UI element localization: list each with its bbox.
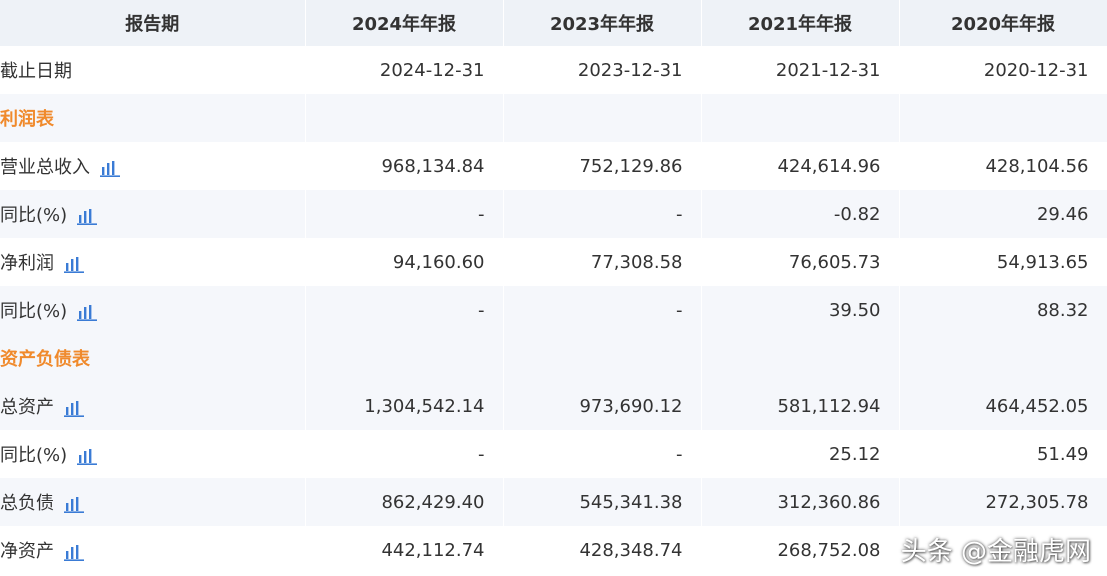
bar-chart-icon[interactable] bbox=[64, 495, 84, 513]
row-total-assets: 总资产 1,304,542.14 973,690.12 581,112.94 4… bbox=[0, 382, 1107, 430]
cell-value: 442,112.74 bbox=[305, 526, 504, 574]
cell-value: 1,304,542.14 bbox=[305, 382, 504, 430]
cell-value: 862,429.40 bbox=[305, 478, 504, 526]
row-label: 总资产 bbox=[0, 397, 54, 418]
row-label: 同比(%) bbox=[0, 205, 68, 226]
bar-chart-icon[interactable] bbox=[64, 543, 84, 561]
row-net-profit-yoy: 同比(%) - - 39.50 88.32 bbox=[0, 286, 1107, 334]
watermark: 头条 @金融虎网 bbox=[900, 537, 1091, 567]
row-label: 净资产 bbox=[0, 541, 54, 562]
cell-value: 272,305.78 bbox=[899, 478, 1107, 526]
cell-value: 25.12 bbox=[701, 430, 900, 478]
cell-value: 428,104.56 bbox=[899, 142, 1107, 190]
cell-value: 424,614.96 bbox=[701, 142, 900, 190]
empty-cell bbox=[899, 94, 1107, 142]
bar-chart-icon[interactable] bbox=[77, 447, 98, 465]
cell-value: 94,160.60 bbox=[305, 238, 504, 286]
cell-value: 428,348.74 bbox=[503, 526, 702, 574]
financial-summary-table: 报告期 2024年年报 2023年年报 2021年年报 2020年年报 截止日期… bbox=[0, 0, 1107, 574]
cell-value: - bbox=[305, 190, 504, 238]
section-row-income-statement: 利润表 bbox=[0, 94, 1107, 142]
cell-value: 968,134.84 bbox=[305, 142, 504, 190]
empty-cell bbox=[305, 94, 504, 142]
cell-value: - bbox=[503, 286, 702, 334]
row-label: 总负债 bbox=[0, 493, 54, 514]
cell-value: 51.49 bbox=[899, 430, 1107, 478]
cell-value: 88.32 bbox=[899, 286, 1107, 334]
empty-cell bbox=[503, 334, 702, 382]
row-label-cell: 同比(%) bbox=[0, 286, 306, 334]
bar-chart-icon[interactable] bbox=[77, 303, 98, 321]
table-header-row: 报告期 2024年年报 2023年年报 2021年年报 2020年年报 bbox=[0, 0, 1107, 46]
column-header-period: 报告期 bbox=[0, 0, 306, 46]
row-label: 净利润 bbox=[0, 253, 54, 274]
bar-chart-icon[interactable] bbox=[64, 255, 84, 273]
section-row-balance-sheet: 资产负债表 bbox=[0, 334, 1107, 382]
cell-value: - bbox=[503, 430, 702, 478]
row-label-cell: 总资产 bbox=[0, 382, 306, 430]
cell-value: 2023-12-31 bbox=[503, 46, 702, 94]
row-label: 同比(%) bbox=[0, 445, 68, 466]
column-header-2021[interactable]: 2021年年报 bbox=[701, 0, 900, 46]
row-label-cell: 总负债 bbox=[0, 478, 306, 526]
row-label: 营业总收入 bbox=[0, 157, 90, 178]
row-label: 截止日期 bbox=[0, 46, 306, 94]
row-label-cell: 同比(%) bbox=[0, 190, 306, 238]
cell-value: 464,452.05 bbox=[899, 382, 1107, 430]
row-total-revenue: 营业总收入 968,134.84 752,129.86 424,614.96 4… bbox=[0, 142, 1107, 190]
row-label: 同比(%) bbox=[0, 301, 68, 322]
section-title-income-statement: 利润表 bbox=[0, 94, 306, 142]
bar-chart-icon[interactable] bbox=[64, 399, 84, 417]
cell-value: 2021-12-31 bbox=[701, 46, 900, 94]
cell-value: 54,913.65 bbox=[899, 238, 1107, 286]
row-label-cell: 营业总收入 bbox=[0, 142, 306, 190]
row-total-liabilities: 总负债 862,429.40 545,341.38 312,360.86 272… bbox=[0, 478, 1107, 526]
cell-value: - bbox=[503, 190, 702, 238]
empty-cell bbox=[503, 94, 702, 142]
cell-value: 545,341.38 bbox=[503, 478, 702, 526]
row-revenue-yoy: 同比(%) - - -0.82 29.46 bbox=[0, 190, 1107, 238]
row-label-cell: 净资产 bbox=[0, 526, 306, 574]
bar-chart-icon[interactable] bbox=[100, 159, 120, 177]
row-end-date: 截止日期 2024-12-31 2023-12-31 2021-12-31 20… bbox=[0, 46, 1107, 94]
cell-value: 29.46 bbox=[899, 190, 1107, 238]
empty-cell bbox=[305, 334, 504, 382]
cell-value: 2020-12-31 bbox=[899, 46, 1107, 94]
row-net-profit: 净利润 94,160.60 77,308.58 76,605.73 54,913… bbox=[0, 238, 1107, 286]
row-total-assets-yoy: 同比(%) - - 25.12 51.49 bbox=[0, 430, 1107, 478]
column-header-2023[interactable]: 2023年年报 bbox=[503, 0, 702, 46]
cell-value: 973,690.12 bbox=[503, 382, 702, 430]
column-header-2024[interactable]: 2024年年报 bbox=[305, 0, 504, 46]
column-header-2020[interactable]: 2020年年报 bbox=[899, 0, 1107, 46]
cell-value: 752,129.86 bbox=[503, 142, 702, 190]
cell-value: - bbox=[305, 430, 504, 478]
cell-value: 77,308.58 bbox=[503, 238, 702, 286]
cell-value: 312,360.86 bbox=[701, 478, 900, 526]
cell-value: 76,605.73 bbox=[701, 238, 900, 286]
cell-value: 581,112.94 bbox=[701, 382, 900, 430]
empty-cell bbox=[701, 334, 900, 382]
cell-value: 2024-12-31 bbox=[305, 46, 504, 94]
bar-chart-icon[interactable] bbox=[77, 207, 98, 225]
row-label-cell: 净利润 bbox=[0, 238, 306, 286]
empty-cell bbox=[701, 94, 900, 142]
empty-cell bbox=[899, 334, 1107, 382]
cell-value: 268,752.08 bbox=[701, 526, 900, 574]
section-title-balance-sheet: 资产负债表 bbox=[0, 334, 306, 382]
cell-value: 39.50 bbox=[701, 286, 900, 334]
cell-value: -0.82 bbox=[701, 190, 900, 238]
cell-value: - bbox=[305, 286, 504, 334]
row-label-cell: 同比(%) bbox=[0, 430, 306, 478]
